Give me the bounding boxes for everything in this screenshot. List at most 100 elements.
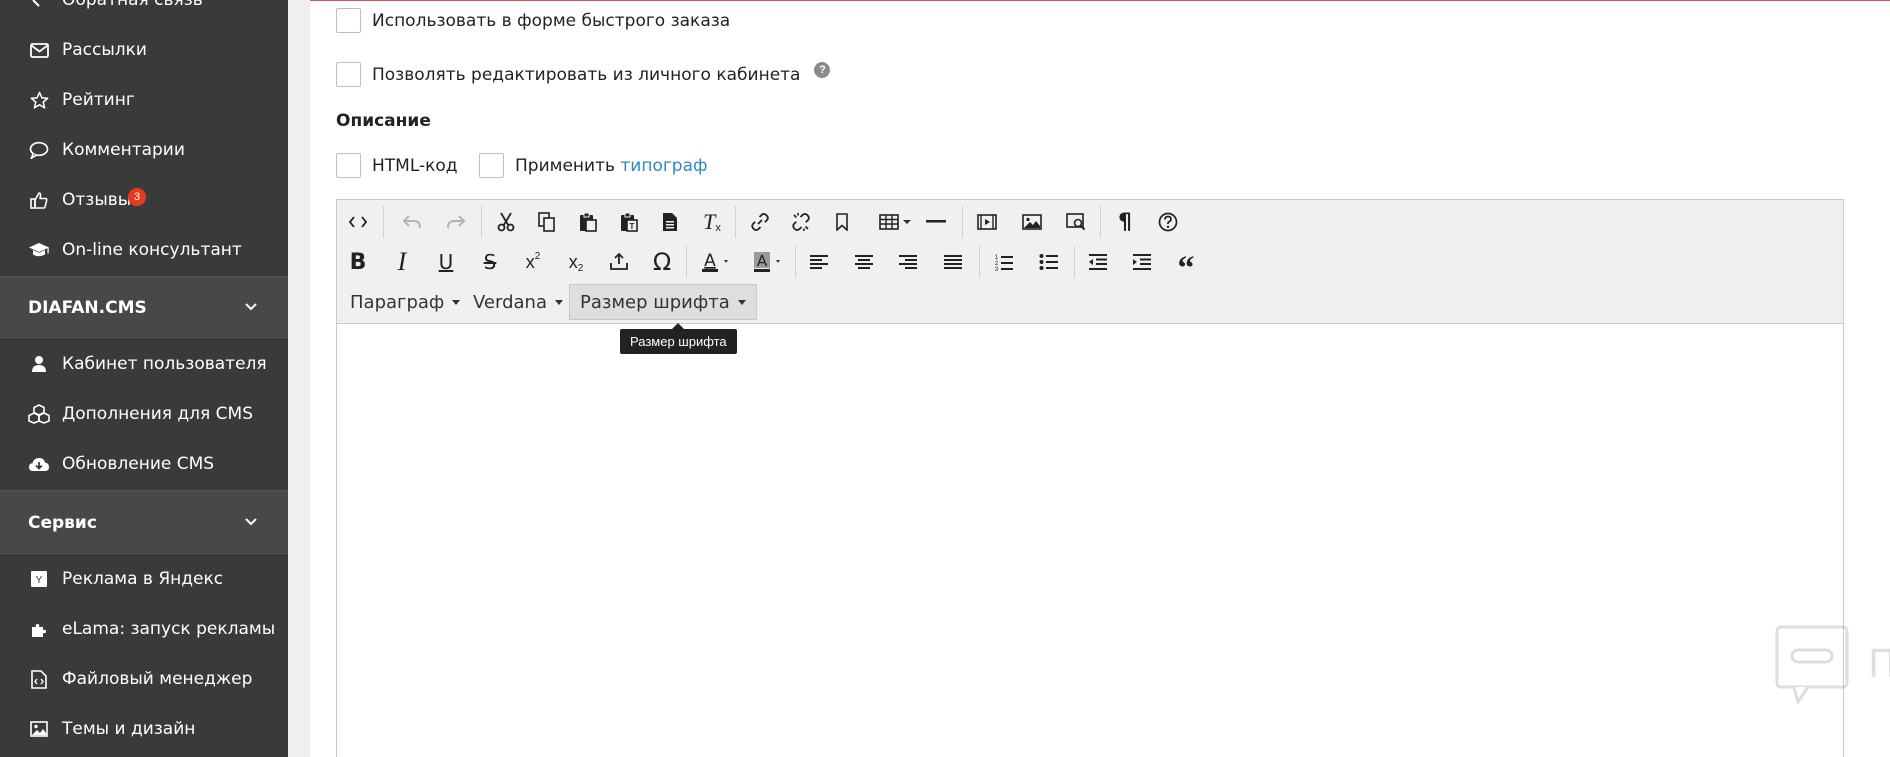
typograph-link[interactable]: типограф: [620, 156, 707, 176]
text-color-button[interactable]: A: [693, 246, 737, 278]
align-right-icon[interactable]: [891, 246, 925, 278]
envelope-icon: [28, 39, 50, 61]
sidebar-item-label: Реклама в Яндекс: [62, 569, 224, 589]
source-code-button[interactable]: [341, 206, 375, 238]
subscript-icon[interactable]: x2: [559, 246, 593, 278]
sidebar-item-label: eLama: запуск рекламы: [62, 619, 276, 639]
italic-icon[interactable]: I: [385, 246, 419, 278]
watermark: ПАРТНЕРКИН: [1774, 624, 1890, 704]
sidebar-section-service[interactable]: Сервис: [0, 490, 288, 556]
chevron-down-icon: [244, 299, 258, 313]
paste-word-icon[interactable]: [653, 206, 687, 238]
editor-content-area[interactable]: [337, 325, 1843, 757]
sidebar-item-elama[interactable]: eLama: запуск рекламы: [0, 605, 288, 653]
horizontal-line-icon[interactable]: [919, 206, 953, 238]
sidebar-item-comments[interactable]: Комментарии: [0, 126, 288, 174]
quick-order-row: Использовать в форме быстрого заказа: [336, 8, 730, 33]
clear-formatting-icon[interactable]: Tx: [695, 206, 729, 238]
html-code-checkbox[interactable]: [336, 153, 361, 178]
sidebar-item-cms-update[interactable]: Обновление CMS: [0, 440, 288, 488]
sidebar-item-label: Отзывы: [62, 190, 132, 210]
sidebar-item-rating[interactable]: Рейтинг: [0, 76, 288, 124]
sidebar-item-label: Рейтинг: [62, 90, 135, 110]
copy-icon[interactable]: [530, 206, 564, 238]
main-content: Использовать в форме быстрого заказа Поз…: [310, 0, 1890, 757]
sidebar-item-file-manager[interactable]: Файловый менеджер: [0, 655, 288, 703]
toolbar-separator: [383, 206, 384, 238]
sidebar: Обратная связь Рассылки Рейтинг Коммента…: [0, 0, 288, 757]
sidebar-item-yandex-ads[interactable]: Y Реклама в Яндекс: [0, 555, 288, 603]
toolbar-separator: [962, 206, 963, 238]
align-left-icon[interactable]: [802, 246, 836, 278]
cut-icon[interactable]: [489, 206, 523, 238]
align-center-icon[interactable]: [847, 246, 881, 278]
toolbar-separator: [979, 246, 980, 278]
html-code-label: HTML-код: [372, 155, 458, 176]
paste-icon[interactable]: [571, 206, 605, 238]
svg-text:3: 3: [995, 267, 999, 271]
font-family-dropdown[interactable]: Verdana: [463, 284, 573, 320]
bulleted-list-icon[interactable]: [1032, 246, 1066, 278]
sidebar-item-label: On-line консультант: [62, 240, 242, 260]
blockquote-icon[interactable]: “: [1169, 246, 1203, 286]
background-color-button[interactable]: A: [745, 246, 789, 278]
section-title: DIAFAN.CMS: [28, 298, 147, 318]
sidebar-item-online-consultant[interactable]: On-line консультант: [0, 226, 288, 274]
font-size-label: Размер шрифта: [580, 291, 730, 313]
superscript-icon[interactable]: x2: [516, 246, 550, 278]
strikethrough-icon[interactable]: S: [473, 246, 507, 278]
paragraph-mark-icon[interactable]: ¶: [1108, 206, 1142, 238]
description-label: Описание: [336, 111, 431, 131]
format-dropdown[interactable]: Параграф: [340, 284, 470, 320]
sidebar-item-user-cabinet[interactable]: Кабинет пользователя: [0, 340, 288, 388]
bold-icon[interactable]: B: [341, 246, 375, 278]
file-code-icon: [28, 668, 50, 690]
sidebar-item-feedback[interactable]: Обратная связь: [0, 0, 288, 24]
special-character-icon[interactable]: Ω: [645, 246, 679, 278]
reviews-count-badge: 3: [128, 188, 146, 206]
image-icon: [28, 718, 50, 740]
numbered-list-icon[interactable]: 123: [987, 246, 1021, 278]
redo-button[interactable]: [439, 206, 473, 238]
help-icon[interactable]: ?: [814, 61, 831, 78]
insert-anchor-icon[interactable]: [602, 246, 636, 278]
sidebar-item-themes[interactable]: Темы и дизайн: [0, 705, 288, 753]
preview-icon[interactable]: [1059, 206, 1093, 238]
sidebar-item-reviews[interactable]: Отзывы 3: [0, 176, 288, 224]
sidebar-item-mailings[interactable]: Рассылки: [0, 26, 288, 74]
paste-text-icon[interactable]: T: [612, 206, 646, 238]
star-icon: [28, 89, 50, 111]
typograph-row: Применить типограф: [479, 153, 708, 178]
media-icon[interactable]: [970, 206, 1004, 238]
top-border: [310, 0, 1890, 1]
thumbs-up-icon: [28, 189, 50, 211]
table-button[interactable]: [865, 206, 913, 238]
link-icon[interactable]: [743, 206, 777, 238]
typograph-checkbox[interactable]: [479, 153, 504, 178]
caret-down-icon: [452, 299, 461, 305]
caret-down-icon: [737, 299, 746, 305]
indent-icon[interactable]: [1125, 246, 1159, 278]
edit-cabinet-checkbox[interactable]: [336, 62, 361, 87]
insert-image-icon[interactable]: [1015, 206, 1049, 238]
sidebar-item-cms-addons[interactable]: Дополнения для CMS: [0, 390, 288, 438]
quick-order-label: Использовать в форме быстрого заказа: [372, 10, 731, 31]
sidebar-item-label: Рассылки: [62, 40, 147, 60]
font-size-dropdown[interactable]: Размер шрифта: [569, 284, 757, 320]
help-icon[interactable]: [1151, 206, 1185, 238]
puzzle-icon: [28, 618, 50, 640]
outdent-icon[interactable]: [1081, 246, 1115, 278]
edit-cabinet-label: Позволять редактировать из личного кабин…: [372, 64, 801, 85]
graduation-cap-icon: [28, 239, 50, 261]
svg-text:A: A: [704, 251, 716, 271]
undo-button[interactable]: [395, 206, 429, 238]
unlink-icon[interactable]: [784, 206, 818, 238]
bookmark-icon[interactable]: [825, 206, 859, 238]
cloud-download-icon: [28, 453, 50, 475]
quick-order-checkbox[interactable]: [336, 8, 361, 33]
sidebar-section-diafan-cms[interactable]: DIAFAN.CMS: [0, 276, 288, 340]
underline-icon[interactable]: U: [429, 246, 463, 278]
sidebar-item-label: Обновление CMS: [62, 454, 215, 474]
align-justify-icon[interactable]: [936, 246, 970, 278]
watermark-text: ПАРТНЕРКИН: [1868, 642, 1890, 686]
